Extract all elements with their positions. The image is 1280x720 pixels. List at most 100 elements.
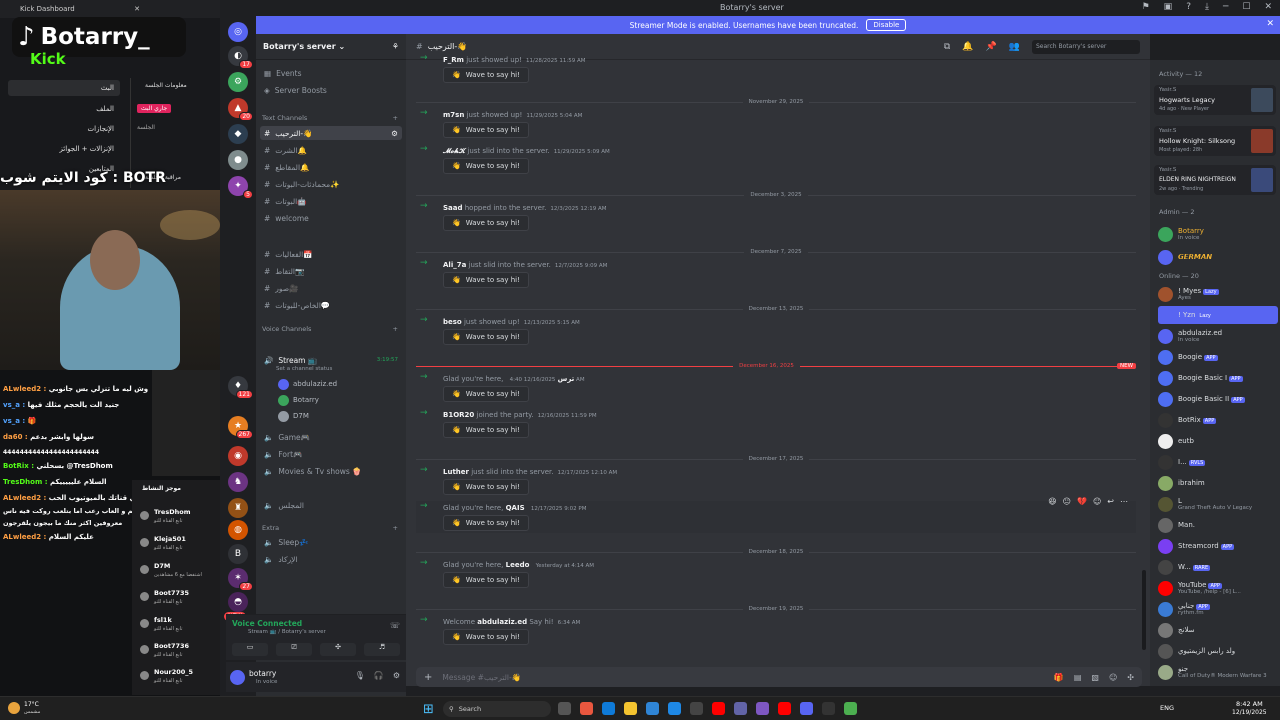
member-item[interactable]: 𝙂𝙀𝙍𝙈𝘼𝙉 — [1158, 248, 1278, 266]
wave-button[interactable]: 👋 Wave to say hi! — [443, 629, 529, 645]
reaction-icon[interactable]: 😐 — [1063, 497, 1071, 506]
channel-item[interactable]: # الفعاليات📅 — [260, 247, 402, 261]
message-author[interactable]: abdulaziz.ed — [477, 618, 527, 626]
wave-button[interactable]: 👋 Wave to say hi! — [443, 515, 529, 531]
reaction-icon[interactable]: 💔 — [1077, 497, 1087, 506]
voice-channel-item[interactable]: 🔈 Movies & Tv shows 🍿 — [260, 464, 402, 478]
close-banner-icon[interactable]: ✕ — [1266, 19, 1274, 29]
add-channel-icon[interactable]: + — [393, 524, 398, 532]
avatar[interactable] — [230, 670, 245, 685]
bell-icon[interactable]: 🔔 — [962, 42, 973, 52]
server-icon[interactable]: ● — [228, 150, 248, 170]
system-message[interactable]: → B1OR20 joined the party. 12/16/2025 11:5… — [416, 408, 1136, 440]
member-item[interactable]: Man. — [1158, 516, 1278, 534]
gift-icon[interactable]: 🎁 — [1054, 673, 1064, 682]
wave-button[interactable]: 👋 Wave to say hi! — [443, 272, 529, 288]
file-explorer-icon[interactable] — [624, 702, 637, 715]
channel-item[interactable]: # الخاص-للبوتات💬 — [260, 298, 402, 312]
more-icon[interactable]: ⋯ — [1120, 497, 1128, 506]
wave-button[interactable]: 👋 Wave to say hi! — [443, 122, 529, 138]
channel-item[interactable]: # التقاط📷 — [260, 264, 402, 278]
kick-menu-drops[interactable]: الإنزالات + الجوائز — [8, 141, 120, 157]
store-icon[interactable] — [646, 702, 659, 715]
message-composer[interactable]: + Message #الترحيب-👋 🎁 ▤ ▧ ☺ ✣ — [416, 667, 1142, 687]
youtube-icon[interactable] — [778, 702, 791, 715]
voice-connected-sub[interactable]: Stream 📺 / Botarry's server — [248, 629, 326, 635]
language-indicator[interactable]: ENG — [1160, 704, 1174, 712]
activity-card[interactable]: Yasir.S Hogwarts Legacy 4d ago · New Pla… — [1154, 85, 1276, 115]
voice-channel-item[interactable]: 🔈 Fort🎮 — [260, 447, 402, 461]
add-attachment-icon[interactable]: + — [424, 672, 432, 683]
server-icon[interactable]: ★ 267 — [228, 416, 253, 439]
screen-share-button[interactable]: ⎚ — [276, 643, 312, 656]
message-author[interactable]: Ali_7a — [443, 261, 466, 269]
edge-icon[interactable] — [602, 702, 615, 715]
server-icon[interactable]: ♞ — [228, 472, 248, 492]
voice-channel-item[interactable]: 🔈 المجلس — [260, 498, 402, 512]
member-item[interactable]: BotRix APP — [1158, 411, 1278, 429]
kick-menu-profile[interactable]: الملف — [8, 101, 120, 117]
message-author[interactable]: QAIS — [506, 504, 525, 512]
member-item[interactable]: L Grand Theft Auto V Legacy — [1158, 495, 1278, 513]
apps-icon[interactable]: ✣ — [1127, 673, 1134, 682]
server-icon[interactable]: ◓ — [228, 592, 248, 612]
member-item[interactable]: I... RVLS — [1158, 453, 1278, 471]
app-icon[interactable] — [822, 702, 835, 715]
member-item[interactable]: Boogie Basic I APP — [1158, 369, 1278, 387]
channel-item[interactable]: # البوتات🤖 — [260, 194, 402, 208]
add-channel-icon[interactable]: + — [393, 114, 398, 122]
message-author[interactable]: Saad — [443, 204, 463, 212]
message-author[interactable]: beso — [443, 318, 462, 326]
system-message[interactable]: → Ali_7a just slid into the server. 12/7/2… — [416, 258, 1136, 290]
server-icon[interactable]: ◉ — [228, 446, 248, 466]
system-message[interactable]: → Glad you're here, Leedo Yesterday at 4:… — [416, 558, 1136, 590]
server-icon[interactable]: ✶ 27 — [228, 568, 253, 591]
member-item[interactable]: جنو Call of Duty® Modern Warfare 3 — [1158, 663, 1278, 681]
member-item[interactable]: Boogie APP — [1158, 348, 1278, 366]
channel-item[interactable]: # welcome — [260, 211, 402, 225]
member-item[interactable]: Boogie Basic II APP — [1158, 390, 1278, 408]
wave-button[interactable]: 👋 Wave to say hi! — [443, 215, 529, 231]
add-member-icon[interactable]: ⚘ — [392, 42, 399, 51]
message-author[interactable]: Luther — [443, 468, 469, 476]
download-icon[interactable]: ⤓ — [1205, 2, 1209, 12]
close-tab-icon[interactable]: ✕ — [134, 5, 140, 13]
member-item[interactable]: ! Yzn Lazy — [1158, 306, 1278, 324]
member-item[interactable]: سلانج — [1158, 621, 1278, 639]
channel-item[interactable]: # صور🎥 — [260, 281, 402, 295]
discord-icon[interactable] — [800, 702, 813, 715]
settings-icon[interactable]: ⚙ — [391, 129, 398, 138]
member-item[interactable]: abdulaziz.ed In voice — [1158, 327, 1278, 345]
system-message[interactable]: → Saad hopped into the server. 12/3/2025 1… — [416, 201, 1136, 233]
member-item[interactable]: Streamcord APP — [1158, 537, 1278, 555]
screen-icon[interactable]: ▣ — [1164, 2, 1173, 12]
voice-channel-item[interactable]: 🔈 الإركاد — [260, 552, 402, 566]
activities-button[interactable]: ✣ — [320, 643, 356, 656]
activity-card[interactable]: Yasir.S ELDEN RING NIGHTREIGN 2w ago · T… — [1154, 165, 1276, 195]
member-item[interactable]: ولد رابس الزيمتيوي — [1158, 642, 1278, 660]
member-item[interactable]: YouTube APP YouTube, /help - [6] L... — [1158, 579, 1278, 597]
youtube-icon[interactable] — [712, 702, 725, 715]
voice-channel-item[interactable]: 🔈 Sleep💤 — [260, 535, 402, 549]
pin-icon[interactable]: 📌 — [986, 42, 997, 52]
add-reaction-icon[interactable]: ☺ — [1093, 497, 1101, 506]
server-icon[interactable]: ♦ 121 — [228, 376, 253, 399]
app-icon[interactable] — [756, 702, 769, 715]
close-window-icon[interactable]: ✕ — [1264, 2, 1272, 12]
kick-menu-stream[interactable]: البث — [8, 80, 120, 96]
gif-icon[interactable]: ▤ — [1074, 673, 1082, 682]
server-icon[interactable]: ◐ 17 — [228, 46, 253, 69]
app-icon[interactable] — [734, 702, 747, 715]
system-message[interactable]: → Luther just slid into the server. 12/17/… — [416, 465, 1136, 497]
message-author[interactable]: F_Rm — [443, 56, 464, 64]
minimize-icon[interactable]: ─ — [1223, 2, 1228, 12]
reply-icon[interactable]: ↩ — [1107, 497, 1114, 506]
message-author[interactable]: 𝓜𝓸𝓱𝓚 — [443, 147, 465, 155]
maximize-icon[interactable]: ☐ — [1242, 2, 1250, 12]
wave-button[interactable]: 👋 Wave to say hi! — [443, 67, 529, 83]
add-channel-icon[interactable]: + — [393, 325, 398, 333]
windows-start-icon[interactable]: ⊞ — [423, 702, 434, 717]
voice-user[interactable]: Botarry — [278, 393, 319, 407]
gear-icon[interactable]: ⚙ — [393, 671, 400, 680]
inbox-icon[interactable]: ⚑ — [1142, 2, 1150, 12]
